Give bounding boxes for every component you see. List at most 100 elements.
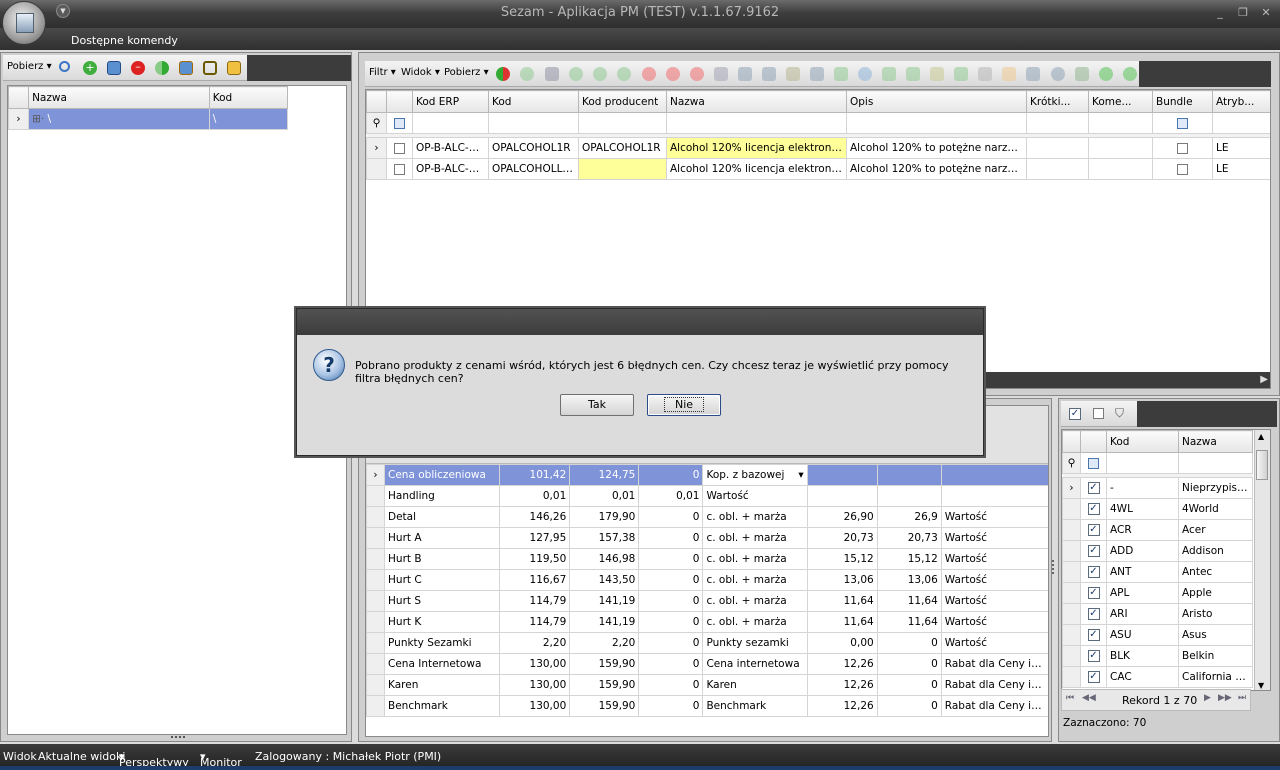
cell-price-gross[interactable]: 159,90 <box>569 674 640 696</box>
cell-price-type[interactable]: Wartość <box>940 506 1048 528</box>
app-menu-button[interactable] <box>2 1 46 45</box>
cell-price-diff[interactable]: 0 <box>638 590 704 612</box>
cell-nazwa[interactable]: Antec <box>1178 561 1253 583</box>
price-row[interactable]: Hurt S 114,79 141,19 0 c. obl. + marża 11,64 1… <box>366 590 1048 612</box>
status-view[interactable]: Widok <box>3 750 37 763</box>
row-checkbox[interactable] <box>394 163 405 175</box>
col-header-nazwa[interactable]: Nazwa <box>666 90 847 113</box>
tool-icon[interactable] <box>810 67 824 81</box>
cell-price-name[interactable]: Cena Internetowa <box>384 653 501 675</box>
cell-kod-producenta[interactable] <box>578 158 667 180</box>
tool-icon[interactable] <box>978 67 992 81</box>
price-row[interactable]: Hurt A 127,95 157,38 0 c. obl. + marża 20,73 2… <box>366 527 1048 549</box>
tool-icon[interactable] <box>906 67 920 81</box>
cell-price-name[interactable]: Karen <box>384 674 501 696</box>
cell-price-name[interactable]: Hurt B <box>384 548 501 570</box>
close-button[interactable]: ✕ <box>1257 5 1275 21</box>
col-header-nazwa[interactable]: Nazwa <box>1178 430 1253 453</box>
cell-kod[interactable]: - <box>1106 477 1179 499</box>
cell-price-gross[interactable]: 141,19 <box>569 590 640 612</box>
cell-kod-producenta[interactable]: OPALCOHOL1R <box>578 137 667 159</box>
edit-icon[interactable] <box>107 61 121 75</box>
filter-row[interactable]: ⚲ <box>1062 452 1253 474</box>
status-monitor[interactable]: Monitor ▾ <box>200 750 242 769</box>
cell-price-net[interactable]: 2,20 <box>499 632 571 654</box>
cell-price-name[interactable]: Hurt A <box>384 527 501 549</box>
cell-opis[interactable]: Alcohol 120% to potężne narzędz... <box>846 158 1027 180</box>
cell-price-name[interactable]: Cena obliczeniowa <box>384 464 501 486</box>
cell-price-margin[interactable] <box>806 464 878 486</box>
cell-nazwa[interactable]: Nieprzypisani <box>1178 477 1253 499</box>
cell-price-value[interactable] <box>876 464 942 486</box>
manufacturer-checkbox[interactable]: ✓ <box>1087 503 1100 515</box>
yes-button[interactable]: Tak <box>560 394 634 416</box>
filter-icon[interactable]: ⚲ <box>1062 452 1081 474</box>
cell-price-mode[interactable]: Wartość <box>702 485 808 507</box>
cell-nazwa[interactable]: Alcohol 120% licencja elektronicz... <box>666 137 847 159</box>
cell-price-net[interactable]: 119,50 <box>499 548 571 570</box>
cell-price-diff[interactable]: 0 <box>638 695 704 717</box>
cell-price-mode[interactable]: c. obl. + marża <box>702 590 808 612</box>
manufacturer-checkbox[interactable]: ✓ <box>1087 545 1100 557</box>
tool-icon[interactable] <box>882 67 896 81</box>
restore-button[interactable]: ❐ <box>1234 5 1252 21</box>
cell-price-gross[interactable]: 141,19 <box>569 611 640 633</box>
cell-check[interactable]: ✓ <box>1080 561 1107 583</box>
cell-price-mode[interactable]: Punkty sezamki <box>702 632 808 654</box>
cell-price-gross[interactable]: 143,50 <box>569 569 640 591</box>
folder-icon[interactable] <box>227 61 241 75</box>
manufacturer-row[interactable]: ✓ APL Apple <box>1062 582 1253 604</box>
cell-price-margin[interactable]: 12,26 <box>806 674 878 696</box>
table-row[interactable]: › OP-B-ALC-001 OPALCOHOL1R OPALCOHOL1R A… <box>366 137 1270 159</box>
cell-komentarz[interactable] <box>1088 158 1153 180</box>
col-header-kod[interactable]: Kod <box>208 86 289 109</box>
manufacturer-row[interactable]: ✓ BLK Belkin <box>1062 645 1253 667</box>
cell-price-type[interactable]: Wartość <box>940 548 1048 570</box>
cell-kod[interactable]: OPALCOHOL1R <box>488 137 579 159</box>
cell-price-name[interactable]: Benchmark <box>384 695 501 717</box>
col-header-kod[interactable]: Kod <box>1106 430 1179 453</box>
cell-price-diff[interactable]: 0 <box>638 569 704 591</box>
manufacturer-checkbox[interactable]: ✓ <box>1087 629 1100 641</box>
chevron-down-icon[interactable]: ▼ <box>56 4 70 18</box>
bundle-checkbox[interactable] <box>1177 142 1188 154</box>
ribbon-tab-commands[interactable]: Dostępne komendy <box>71 34 178 47</box>
cell-check[interactable]: ✓ <box>1080 603 1107 625</box>
cell-kod[interactable]: BLK <box>1106 645 1179 667</box>
action-icon[interactable] <box>520 67 534 81</box>
cell-check[interactable]: ✓ <box>1080 582 1107 604</box>
cell-atrybut[interactable]: LE <box>1212 137 1270 159</box>
manufacturer-row[interactable]: ✓ ANT Antec <box>1062 561 1253 583</box>
cell-price-mode[interactable]: c. obl. + marża <box>702 569 808 591</box>
manufacturer-row[interactable]: ✓ ARI Aristo <box>1062 603 1253 625</box>
cell-price-value[interactable]: 11,64 <box>876 590 942 612</box>
cell-kod-erp[interactable]: OP-B-ALC-002 <box>412 158 489 180</box>
cell-price-gross[interactable]: 179,90 <box>569 506 640 528</box>
col-header-kod-erp[interactable]: Kod ERP <box>412 90 489 113</box>
tree-expand-icon[interactable] <box>179 61 193 75</box>
col-header-komentarz[interactable]: Kome... <box>1088 90 1153 113</box>
cell-price-type[interactable] <box>940 464 1048 486</box>
search-icon[interactable] <box>59 61 70 72</box>
csv-icon[interactable] <box>1075 67 1089 81</box>
col-header-nazwa[interactable]: Nazwa <box>28 86 210 109</box>
cell-price-net[interactable]: 101,42 <box>499 464 571 486</box>
cell-kod[interactable]: ARI <box>1106 603 1179 625</box>
cell-price-mode[interactable]: c. obl. + marża <box>702 611 808 633</box>
tool-icon[interactable] <box>834 67 848 81</box>
scroll-down-icon[interactable]: ▼ <box>1258 681 1264 690</box>
manufacturer-checkbox[interactable]: ✓ <box>1087 587 1100 599</box>
tree-collapse-icon[interactable] <box>203 61 217 75</box>
cell-price-value[interactable]: 0 <box>876 632 942 654</box>
tool-icon[interactable] <box>786 67 800 81</box>
cell-kod[interactable]: ASU <box>1106 624 1179 646</box>
cell-nazwa[interactable]: Asus <box>1178 624 1253 646</box>
col-header-krotki[interactable]: Krótki... <box>1026 90 1089 113</box>
cell-nazwa[interactable]: Alcohol 120% licencja elektronicz... <box>666 158 847 180</box>
price-row[interactable]: Hurt K 114,79 141,19 0 c. obl. + marża 11,64 1… <box>366 611 1048 633</box>
cell-price-diff[interactable]: 0 <box>638 506 704 528</box>
cell-price-net[interactable]: 114,79 <box>499 611 571 633</box>
cell-kod[interactable]: APL <box>1106 582 1179 604</box>
price-row[interactable]: Karen 130,00 159,90 0 Karen 12,26 0 Rabat dla C… <box>366 674 1048 696</box>
filter-dropdown[interactable]: Filtr ▾ <box>369 67 396 78</box>
